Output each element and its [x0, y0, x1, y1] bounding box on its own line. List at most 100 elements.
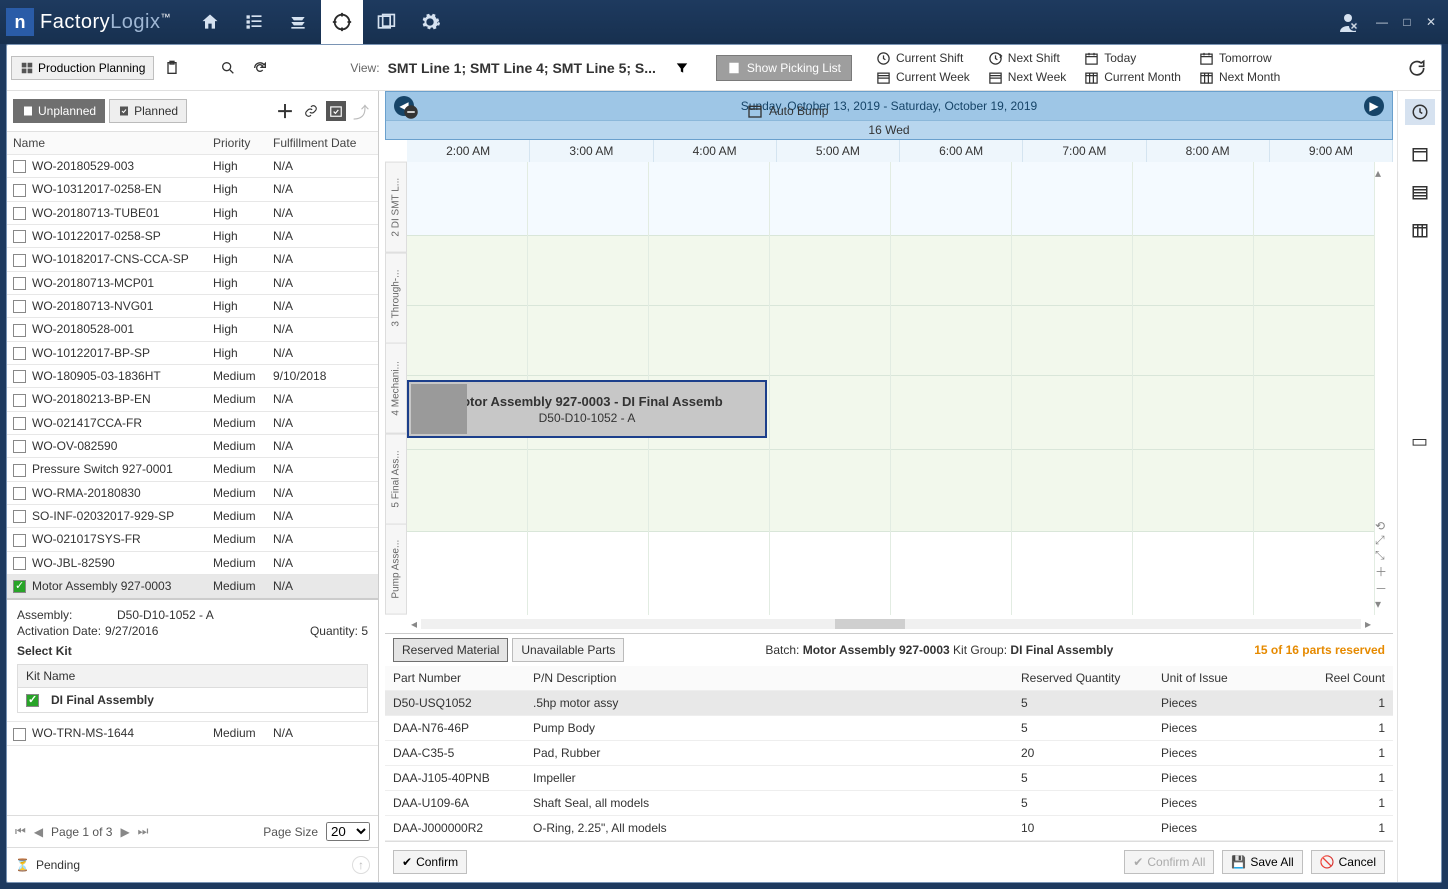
- maximize-button[interactable]: □: [1403, 15, 1410, 29]
- next-shift-button[interactable]: Next Shift: [988, 51, 1066, 66]
- list-icon[interactable]: [233, 0, 275, 44]
- pager-prev-icon[interactable]: ◀: [34, 825, 43, 839]
- gantt-scroll-down-icon[interactable]: ▾: [1375, 597, 1393, 611]
- view-value[interactable]: SMT Line 1; SMT Line 4; SMT Line 5; S...: [388, 60, 656, 76]
- table-row[interactable]: WO-20180529-003HighN/A: [7, 155, 378, 178]
- table-row[interactable]: WO-20180713-NVG01HighN/A: [7, 295, 378, 318]
- next-week-button[interactable]: Next Week: [988, 70, 1066, 85]
- confirm-button[interactable]: ✔ Confirm: [393, 850, 467, 874]
- task-drag-handle[interactable]: [411, 384, 467, 434]
- table-row[interactable]: WO-20180713-MCP01HighN/A: [7, 272, 378, 295]
- tab-reserved-material[interactable]: Reserved Material: [393, 638, 508, 662]
- search-icon[interactable]: [214, 54, 242, 82]
- pager-last-icon[interactable]: ⏭: [138, 824, 149, 839]
- clipboard-icon[interactable]: [158, 54, 186, 82]
- pending-bar: ⏳ Pending ↑: [7, 847, 378, 882]
- clock-icon[interactable]: [1405, 99, 1435, 125]
- refresh-icon[interactable]: [1403, 54, 1431, 82]
- current-week-button[interactable]: Current Week: [876, 70, 970, 85]
- upload-icon[interactable]: ⤴: [350, 97, 372, 125]
- gantt-range: Sunday, October 13, 2019 - Saturday, Oct…: [414, 99, 1364, 113]
- pager-next-icon[interactable]: ▶: [120, 825, 129, 839]
- table-row[interactable]: WO-20180528-001HighN/A: [7, 318, 378, 341]
- table-row[interactable]: WO-20180713-TUBE01HighN/A: [7, 202, 378, 225]
- col-fulfillment[interactable]: Fulfillment Date: [267, 132, 378, 154]
- collapse-icon[interactable]: [402, 103, 420, 121]
- calendar-week-icon[interactable]: [1411, 183, 1429, 201]
- tab-planned[interactable]: Planned: [109, 99, 187, 123]
- window-icon[interactable]: [365, 0, 407, 44]
- pager-first-icon[interactable]: ⏮: [15, 824, 26, 839]
- production-planning-button[interactable]: Production Planning: [11, 56, 154, 80]
- confirm-all-button[interactable]: ✔ Confirm All: [1124, 850, 1214, 874]
- table-row[interactable]: WO-20180213-BP-ENMediumN/A: [7, 388, 378, 411]
- hourglass-icon: ⏳: [15, 858, 30, 872]
- table-row[interactable]: WO-TRN-MS-1644 Medium N/A: [7, 721, 378, 745]
- home-icon[interactable]: [189, 0, 231, 44]
- table-row[interactable]: WO-10312017-0258-ENHighN/A: [7, 178, 378, 201]
- work-order-grid[interactable]: Name Priority Fulfillment Date WO-201805…: [7, 132, 378, 815]
- gantt-task[interactable]: Motor Assembly 927-0003 - DI Final Assem…: [407, 380, 767, 438]
- page-size-select[interactable]: 20: [326, 822, 370, 841]
- tab-unavailable-parts[interactable]: Unavailable Parts: [512, 638, 624, 662]
- main-toolbar: Production Planning View: SMT Line 1; SM…: [7, 45, 1441, 91]
- filter-icon[interactable]: [668, 54, 696, 82]
- material-row[interactable]: DAA-N76-46PPump Body5Pieces1: [385, 716, 1393, 741]
- gantt-lane-label: 5 Final Ass...: [385, 434, 407, 525]
- add-icon[interactable]: ＋: [274, 97, 296, 125]
- current-shift-button[interactable]: Current Shift: [876, 51, 970, 66]
- kit-row[interactable]: DI Final Assembly: [17, 688, 368, 713]
- table-row[interactable]: WO-10122017-0258-SPHighN/A: [7, 225, 378, 248]
- cancel-button[interactable]: 🚫 Cancel: [1311, 850, 1385, 874]
- col-name[interactable]: Name: [7, 132, 207, 154]
- auto-bump-button[interactable]: Auto Bump: [747, 103, 828, 119]
- table-row[interactable]: WO-10122017-BP-SPHighN/A: [7, 342, 378, 365]
- target-icon[interactable]: [321, 0, 363, 44]
- table-row[interactable]: WO-021017SYS-FRMediumN/A: [7, 528, 378, 551]
- material-row[interactable]: DAA-U109-6AShaft Seal, all models5Pieces…: [385, 791, 1393, 816]
- stack-icon[interactable]: [277, 0, 319, 44]
- minimize-button[interactable]: —: [1376, 15, 1388, 29]
- table-row[interactable]: Pressure Switch 927-0001MediumN/A: [7, 458, 378, 481]
- close-button[interactable]: ✕: [1426, 15, 1436, 29]
- right-icon-strip: ▭: [1397, 91, 1441, 882]
- tab-unplanned[interactable]: Unplanned: [13, 99, 105, 123]
- current-month-button[interactable]: Current Month: [1084, 70, 1181, 85]
- table-row[interactable]: WO-021417CCA-FRMediumN/A: [7, 412, 378, 435]
- gear-icon[interactable]: [409, 0, 451, 44]
- table-row[interactable]: WO-JBL-82590MediumN/A: [7, 552, 378, 575]
- table-row[interactable]: Motor Assembly 927-0003MediumN/A: [7, 575, 378, 598]
- calendar-check-icon[interactable]: [326, 101, 346, 121]
- expand-up-icon[interactable]: ↑: [352, 856, 370, 874]
- material-row[interactable]: DAA-C35-5Pad, Rubber20Pieces1: [385, 741, 1393, 766]
- material-row[interactable]: DAA-J105-40PNBImpeller5Pieces1: [385, 766, 1393, 791]
- table-row[interactable]: WO-RMA-20180830MediumN/A: [7, 482, 378, 505]
- gantt-hscroll[interactable]: ◂▸: [407, 615, 1375, 633]
- show-picking-list-button[interactable]: Show Picking List: [716, 55, 852, 81]
- kit-name-header: Kit Name: [17, 664, 368, 688]
- gantt-day: 16 Wed: [386, 120, 1392, 139]
- table-row[interactable]: WO-OV-082590MediumN/A: [7, 435, 378, 458]
- material-row[interactable]: DAA-J000000R2O-Ring, 2.25", All models10…: [385, 816, 1393, 841]
- refresh-small-icon[interactable]: [246, 54, 274, 82]
- today-button[interactable]: Today: [1084, 51, 1181, 66]
- gantt-lane-label: 3 Through-...: [385, 253, 407, 344]
- save-all-button[interactable]: 💾 Save All: [1222, 850, 1302, 874]
- gantt-grid[interactable]: Motor Assembly 927-0003 - DI Final Assem…: [407, 162, 1375, 615]
- material-row[interactable]: D50-USQ1052.5hp motor assy5Pieces1: [385, 691, 1393, 716]
- table-row[interactable]: WO-180905-03-1836HTMedium9/10/2018: [7, 365, 378, 388]
- calendar-month-icon[interactable]: [1411, 221, 1429, 239]
- card-icon[interactable]: ▭: [1411, 431, 1428, 452]
- gantt-next-icon[interactable]: ▶: [1364, 96, 1384, 116]
- bottom-panel: Reserved Material Unavailable Parts Batc…: [385, 633, 1393, 841]
- user-icon[interactable]: [1336, 10, 1360, 34]
- tomorrow-button[interactable]: Tomorrow: [1199, 51, 1280, 66]
- table-row[interactable]: WO-10182017-CNS-CCA-SPHighN/A: [7, 248, 378, 271]
- calendar-day-icon[interactable]: [1411, 145, 1429, 163]
- link-icon[interactable]: [300, 97, 322, 125]
- gantt-lane-label: Pump Asse...: [385, 524, 407, 615]
- next-month-button[interactable]: Next Month: [1199, 70, 1280, 85]
- gantt-scroll-up-icon[interactable]: ▴: [1375, 166, 1393, 180]
- table-row[interactable]: SO-INF-02032017-929-SPMediumN/A: [7, 505, 378, 528]
- col-priority[interactable]: Priority: [207, 132, 267, 154]
